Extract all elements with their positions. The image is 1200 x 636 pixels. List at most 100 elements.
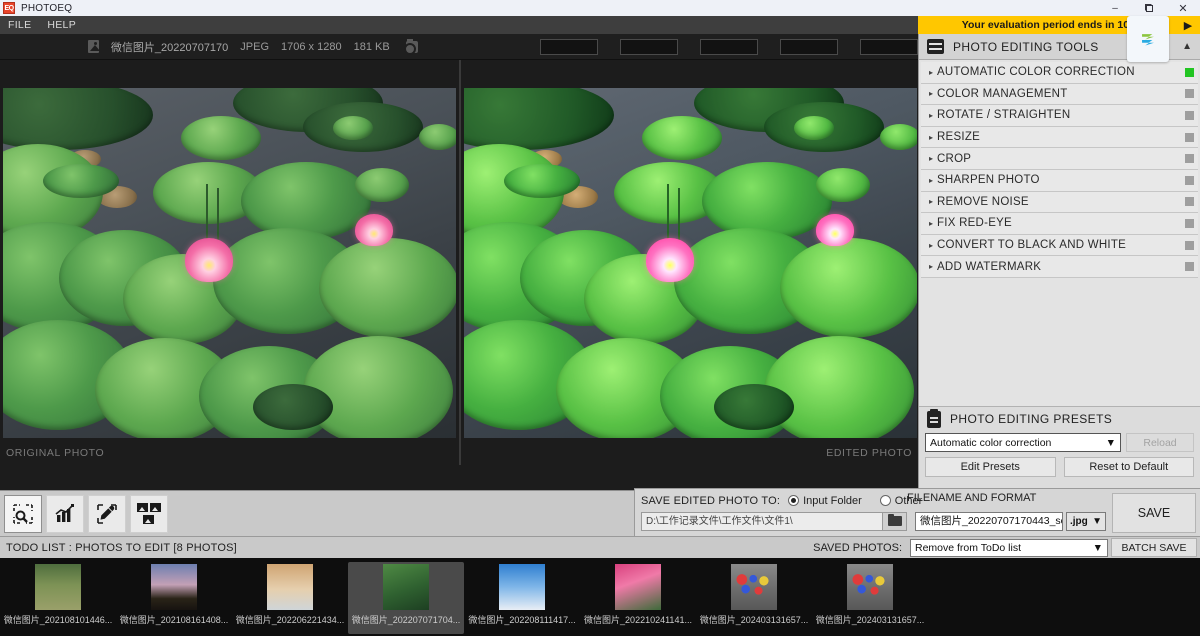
thumbnail-strip[interactable]: 微信图片_202108101446... 微信图片_202108161408...… xyxy=(0,558,1200,636)
image-dimensions: 1706 x 1280 xyxy=(281,40,342,53)
tool-row[interactable]: ▸ FIX RED-EYE xyxy=(921,213,1198,235)
image-filesize: 181 KB xyxy=(353,40,390,53)
edited-photo-pane[interactable]: EDITED PHOTO xyxy=(459,60,918,465)
tool-label: SHARPEN PHOTO xyxy=(937,174,1040,187)
close-button[interactable]: ✕ xyxy=(1166,0,1200,16)
thumbnail-label: 微信图片_202108161408... xyxy=(119,615,229,625)
image-info-bar: 微信图片_20220707170 JPEG 1706 x 1280 181 KB xyxy=(0,34,918,60)
image-action-button-1[interactable] xyxy=(540,38,598,55)
tool-row[interactable]: ▸ RESIZE xyxy=(921,126,1198,149)
window-title-bar: EQ PHOTOEQ – ✕ xyxy=(0,0,1200,16)
image-action-button-2[interactable] xyxy=(620,38,678,55)
presets-panel: PHOTO EDITING PRESETS Automatic color co… xyxy=(919,406,1200,488)
minimize-button[interactable]: – xyxy=(1098,0,1132,16)
image-action-button-4[interactable] xyxy=(780,38,838,55)
tool-expand-arrow-icon[interactable]: ▸ xyxy=(925,89,937,98)
tool-row[interactable]: ▸ COLOR MANAGEMENT xyxy=(921,83,1198,106)
preset-dropdown[interactable]: Automatic color correction ▼ xyxy=(925,433,1121,452)
tool-status-indicator[interactable] xyxy=(1185,89,1194,99)
browse-folder-button[interactable] xyxy=(883,511,907,531)
thumbnail-item[interactable]: 微信图片_202108161408... xyxy=(116,562,232,634)
lotus-flower-center-edited xyxy=(646,238,694,282)
edited-photo-image[interactable] xyxy=(464,88,917,438)
saved-photos-label: SAVED PHOTOS: xyxy=(813,541,902,554)
preset-selected-value: Automatic color correction xyxy=(930,436,1052,449)
saved-photos-bar: TODO LIST : PHOTOS TO EDIT [8 PHOTOS] SA… xyxy=(0,536,1200,558)
menu-item-help[interactable]: HELP xyxy=(39,16,84,34)
tool-status-indicator[interactable] xyxy=(1185,110,1194,120)
lotus-pond-edited xyxy=(464,88,917,438)
tool-row[interactable]: ▸ ROTATE / STRAIGHTEN xyxy=(921,105,1198,127)
tool-row[interactable]: ▸ CROP xyxy=(921,148,1198,170)
original-photo-pane[interactable]: ORIGINAL PHOTO xyxy=(0,60,459,465)
tool-status-indicator[interactable] xyxy=(1185,67,1194,77)
menu-item-file[interactable]: FILE xyxy=(0,16,39,34)
image-action-button-5[interactable] xyxy=(860,38,918,55)
tool-expand-arrow-icon[interactable]: ▸ xyxy=(925,262,937,271)
tool-status-indicator[interactable] xyxy=(1185,154,1194,164)
tool-row[interactable]: ▸ SHARPEN PHOTO xyxy=(921,169,1198,192)
compare-view-tool-button[interactable] xyxy=(130,494,168,533)
thumbnail-image xyxy=(35,564,81,610)
tool-label: COLOR MANAGEMENT xyxy=(937,87,1068,100)
radio-input-folder[interactable]: Input Folder xyxy=(788,495,872,507)
thumbnail-item[interactable]: 微信图片_202210241141... xyxy=(580,562,696,634)
tool-expand-arrow-icon[interactable]: ▸ xyxy=(925,197,937,206)
thumbnail-item[interactable]: 微信图片_202207071704... xyxy=(348,562,464,634)
lotus-flower-right-edited xyxy=(816,214,854,246)
view-toolbar xyxy=(0,490,634,536)
thumbnail-image xyxy=(847,564,893,610)
format-chevron-down-icon: ▼ xyxy=(1092,515,1102,527)
tool-status-indicator[interactable] xyxy=(1185,262,1194,272)
tool-expand-arrow-icon[interactable]: ▸ xyxy=(925,68,937,77)
thumbnail-label: 微信图片_202108101446... xyxy=(3,615,113,625)
tool-row[interactable]: ▸ REMOVE NOISE xyxy=(921,191,1198,214)
original-photo-image[interactable] xyxy=(3,88,456,438)
tool-status-indicator[interactable] xyxy=(1185,132,1194,142)
saved-action-dropdown[interactable]: Remove from ToDo list ▼ xyxy=(910,538,1108,557)
tool-status-indicator[interactable] xyxy=(1185,240,1194,250)
save-panel: SAVE EDITED PHOTO TO: Input Folder Other… xyxy=(634,488,1200,536)
image-action-button-3[interactable] xyxy=(700,38,758,55)
thumbnail-item[interactable]: 微信图片_202108101446... xyxy=(0,562,116,634)
tool-expand-arrow-icon[interactable]: ▸ xyxy=(925,111,937,120)
thumbnail-item[interactable]: 微信图片_202403131657... xyxy=(812,562,928,634)
eyedropper-tool-button[interactable] xyxy=(88,494,126,533)
reload-presets-button: Reload xyxy=(1126,433,1194,452)
tool-row[interactable]: ▸ AUTOMATIC COLOR CORRECTION xyxy=(921,62,1198,84)
thumbnail-item[interactable]: 微信图片_202403131657... xyxy=(696,562,812,634)
tool-expand-arrow-icon[interactable]: ▸ xyxy=(925,241,937,250)
tool-expand-arrow-icon[interactable]: ▸ xyxy=(925,176,937,185)
save-path-input[interactable]: D:\工作记录文件\工作文件\文件1\ xyxy=(641,511,883,531)
format-value: .jpg xyxy=(1070,515,1088,527)
tool-label: ROTATE / STRAIGHTEN xyxy=(937,109,1071,122)
zoom-select-tool-button[interactable] xyxy=(4,494,42,533)
tool-status-indicator[interactable] xyxy=(1185,197,1194,207)
tool-expand-arrow-icon[interactable]: ▸ xyxy=(925,154,937,163)
histogram-tool-button[interactable] xyxy=(46,494,84,533)
tool-row[interactable]: ▸ CONVERT TO BLACK AND WHITE xyxy=(921,234,1198,257)
restore-button[interactable] xyxy=(1132,0,1166,16)
tool-status-indicator[interactable] xyxy=(1185,218,1194,228)
edit-presets-button[interactable]: Edit Presets xyxy=(925,457,1056,477)
tool-status-indicator[interactable] xyxy=(1185,175,1194,185)
preset-chevron-down-icon: ▼ xyxy=(1105,436,1116,449)
batch-save-button[interactable]: BATCH SAVE xyxy=(1111,538,1197,557)
collapse-chevron-up-icon[interactable]: ▲ xyxy=(1182,41,1192,52)
camera-exif-icon[interactable] xyxy=(403,38,418,55)
tool-expand-arrow-icon[interactable]: ▸ xyxy=(925,219,937,228)
banner-next-arrow-icon[interactable]: ▶ xyxy=(1176,19,1200,32)
thumbnail-item[interactable]: 微信图片_202208111417... xyxy=(464,562,580,634)
radio-other-dot xyxy=(879,495,891,506)
save-button[interactable]: SAVE xyxy=(1112,493,1196,533)
tool-label: CONVERT TO BLACK AND WHITE xyxy=(937,239,1127,252)
thumbnail-image xyxy=(499,564,545,610)
filename-input[interactable]: 微信图片_20220707170443_sc xyxy=(915,511,1063,531)
window-title: PHOTOEQ xyxy=(21,2,73,14)
format-dropdown[interactable]: .jpg ▼ xyxy=(1066,511,1106,531)
image-filename: 微信图片_20220707170 xyxy=(110,41,229,54)
tool-expand-arrow-icon[interactable]: ▸ xyxy=(925,133,937,142)
thumbnail-item[interactable]: 微信图片_202206221434... xyxy=(232,562,348,634)
tool-row[interactable]: ▸ ADD WATERMARK xyxy=(921,256,1198,278)
reset-to-default-button[interactable]: Reset to Default xyxy=(1063,457,1194,477)
